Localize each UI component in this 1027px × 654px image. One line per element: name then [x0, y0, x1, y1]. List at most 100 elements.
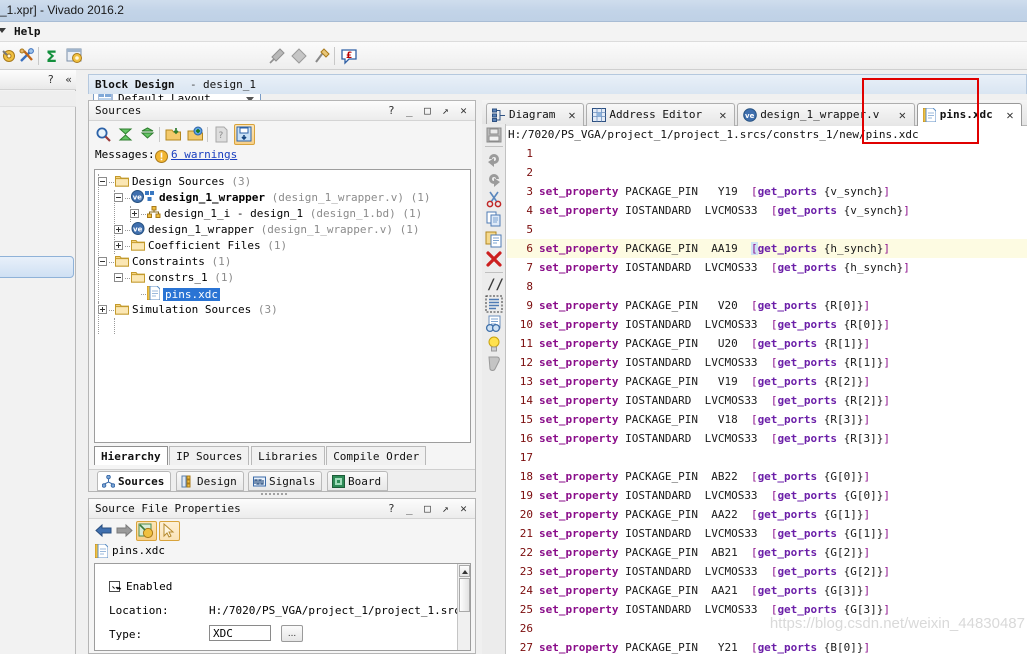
back-arrow-icon[interactable]: [95, 523, 112, 541]
tree-expander-collapsed[interactable]: [98, 305, 107, 314]
search-icon[interactable]: [95, 126, 112, 143]
code-line[interactable]: 9 set_property PACKAGE_PIN V20 [get_ports…: [507, 296, 1027, 315]
scroll-up-button[interactable]: [459, 565, 470, 577]
panel-resize-grip[interactable]: [261, 492, 289, 496]
code-line[interactable]: 14 set_property IOSTANDARD LVCMOS33 [get_…: [507, 391, 1027, 410]
marker-icon[interactable]: [313, 47, 331, 65]
close-icon[interactable]: ✕: [456, 501, 471, 516]
editor-tab-diagram[interactable]: Diagram ✕: [486, 103, 585, 126]
tree-expander-expanded[interactable]: [114, 193, 123, 202]
bottom-tab-board[interactable]: Board: [327, 471, 389, 491]
tree-item[interactable]: design_1_i - design_1 (design_1.bd) (1): [147, 206, 422, 222]
help-icon[interactable]: ?: [47, 73, 54, 86]
tab-compile-order[interactable]: Compile Order: [326, 446, 427, 465]
expand-all-icon[interactable]: [139, 126, 156, 143]
tree-expander-expanded[interactable]: [98, 257, 107, 266]
add-sources-icon[interactable]: [187, 126, 204, 143]
bottom-tab-signals[interactable]: Signals: [248, 471, 323, 491]
sources-tree[interactable]: Design Sources (3) ve design_1_wrapper (de…: [94, 169, 471, 443]
help-icon[interactable]: ?: [384, 103, 399, 118]
pin-icon[interactable]: [268, 47, 286, 65]
tree-item[interactable]: pins.xdc: [146, 285, 220, 302]
menu-overflow-caret[interactable]: [0, 28, 6, 33]
lightbulb-icon[interactable]: [485, 335, 503, 353]
code-line[interactable]: 22 set_property PACKAGE_PIN AB21 [get_por…: [507, 543, 1027, 562]
settings-gear-icon[interactable]: [1, 47, 19, 65]
tree-expander-collapsed[interactable]: [130, 209, 139, 218]
tree-item[interactable]: constrs_1 (1): [131, 270, 234, 286]
code-line[interactable]: 21 set_property IOSTANDARD LVCMOS33 [get_…: [507, 524, 1027, 543]
tools-icon[interactable]: [18, 47, 36, 65]
save-icon[interactable]: [485, 126, 503, 144]
code-line[interactable]: 16 set_property IOSTANDARD LVCMOS33 [get_…: [507, 429, 1027, 448]
gear-window-icon[interactable]: [66, 47, 84, 65]
copy-icon[interactable]: [485, 210, 503, 228]
code-line[interactable]: 27 set_property PACKAGE_PIN Y21 [get_port…: [507, 638, 1027, 654]
diamond-icon[interactable]: [290, 47, 308, 65]
code-line[interactable]: 6 set_property PACKAGE_PIN AA19 [get_port…: [507, 239, 1027, 258]
bottom-tab-sources[interactable]: Sources: [97, 471, 172, 491]
bookmark-icon[interactable]: [485, 355, 503, 373]
code-line[interactable]: 1: [507, 144, 1027, 163]
tab-libraries[interactable]: Libraries: [251, 446, 325, 465]
code-line[interactable]: 12 set_property IOSTANDARD LVCMOS33 [get_…: [507, 353, 1027, 372]
open-folder-icon[interactable]: [165, 126, 182, 143]
tree-item[interactable]: Simulation Sources (3): [115, 302, 278, 318]
code-line[interactable]: 24 set_property PACKAGE_PIN AA21 [get_por…: [507, 581, 1027, 600]
undo-icon[interactable]: [485, 150, 503, 168]
menu-item-help[interactable]: Help: [14, 25, 41, 38]
delete-icon[interactable]: [485, 250, 503, 268]
close-icon[interactable]: ✕: [1006, 104, 1013, 126]
type-field[interactable]: XDC: [209, 625, 271, 641]
tree-expander-expanded[interactable]: [98, 177, 107, 186]
redo-icon[interactable]: [485, 170, 503, 188]
code-line[interactable]: 26: [507, 619, 1027, 638]
maximize-icon[interactable]: □: [420, 501, 435, 516]
bottom-tab-design[interactable]: Design: [176, 471, 244, 491]
code-line[interactable]: 4 set_property IOSTANDARD LVCMOS33 [get_p…: [507, 201, 1027, 220]
code-line[interactable]: 8: [507, 277, 1027, 296]
type-browse-button[interactable]: ...: [281, 625, 303, 642]
close-icon[interactable]: ✕: [456, 103, 471, 118]
code-editor[interactable]: 1 2 3 set_property PACKAGE_PIN Y19 [get_por…: [507, 144, 1027, 654]
code-line[interactable]: 11 set_property PACKAGE_PIN U20 [get_port…: [507, 334, 1027, 353]
tree-item[interactable]: ve design_1_wrapper (design_1_wrapper.v) …: [131, 190, 431, 206]
code-line[interactable]: 7 set_property IOSTANDARD LVCMOS33 [get_p…: [507, 258, 1027, 277]
warnings-link[interactable]: 6 warnings: [171, 148, 237, 161]
code-line[interactable]: 5: [507, 220, 1027, 239]
tree-expander-collapsed[interactable]: [114, 241, 123, 250]
code-line[interactable]: 25 set_property IOSTANDARD LVCMOS33 [get_…: [507, 600, 1027, 619]
float-icon[interactable]: ↗: [438, 103, 453, 118]
collapse-icon[interactable]: «: [65, 73, 72, 86]
code-line[interactable]: 23 set_property IOSTANDARD LVCMOS33 [get_…: [507, 562, 1027, 581]
tree-item[interactable]: Design Sources (3): [115, 174, 251, 190]
editor-tab-address-editor[interactable]: Address Editor ✕: [586, 103, 736, 126]
tab-ip-sources[interactable]: IP Sources: [169, 446, 250, 465]
find-replace-icon[interactable]: [485, 315, 503, 333]
maximize-icon[interactable]: □: [420, 103, 435, 118]
indent-icon[interactable]: [485, 295, 503, 313]
save-all-icon[interactable]: [236, 126, 253, 143]
close-icon[interactable]: ✕: [719, 104, 726, 126]
collapse-all-icon[interactable]: [117, 126, 134, 143]
flow-navigator-selected-item[interactable]: [0, 256, 74, 278]
code-line[interactable]: 19 set_property IOSTANDARD LVCMOS33 [get_…: [507, 486, 1027, 505]
editor-tab-design-1-wrapper-v[interactable]: ve design_1_wrapper.v ✕: [737, 103, 915, 126]
editor-tab-pins-xdc[interactable]: pins.xdc ✕: [916, 103, 1023, 126]
comment-bug-icon[interactable]: £: [340, 47, 358, 65]
comment-icon[interactable]: //: [485, 275, 504, 293]
close-icon[interactable]: ✕: [899, 104, 906, 126]
tab-hierarchy[interactable]: Hierarchy: [94, 446, 168, 465]
help-icon[interactable]: ?: [384, 501, 399, 516]
enabled-checkbox[interactable]: [109, 581, 120, 592]
code-line[interactable]: 20 set_property PACKAGE_PIN AA22 [get_por…: [507, 505, 1027, 524]
code-line[interactable]: 13 set_property PACKAGE_PIN V19 [get_port…: [507, 372, 1027, 391]
properties-scrollbar[interactable]: [457, 564, 470, 650]
tree-item[interactable]: ve design_1_wrapper (design_1_wrapper.v) …: [131, 222, 420, 238]
tree-item[interactable]: Coefficient Files (1): [131, 238, 287, 254]
tree-expander-expanded[interactable]: [114, 273, 123, 282]
code-line[interactable]: 10 set_property IOSTANDARD LVCMOS33 [get_…: [507, 315, 1027, 334]
code-line[interactable]: 2: [507, 163, 1027, 182]
code-line[interactable]: 18 set_property PACKAGE_PIN AB22 [get_por…: [507, 467, 1027, 486]
tree-item[interactable]: Constraints (1): [115, 254, 231, 270]
